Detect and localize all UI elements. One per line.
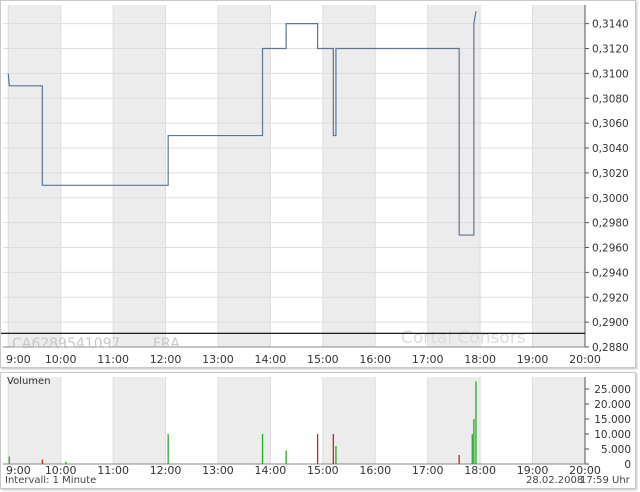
- y-tick-label: 0,3120: [592, 44, 629, 56]
- watermark-text: Cortal Consors: [401, 328, 526, 348]
- x-tick-label: 16:00: [359, 464, 391, 477]
- chart-time: 17:59 Uhr: [580, 475, 630, 486]
- x-tick-label: 12:00: [150, 464, 182, 477]
- x-tick-label: 16:00: [359, 353, 391, 366]
- x-tick-label: 10:00: [45, 353, 77, 366]
- shaded-hour-band: [113, 5, 166, 347]
- y-tick-label: 0,2980: [592, 218, 629, 230]
- x-tick-label: 17:00: [412, 464, 444, 477]
- x-tick-label: 14:00: [255, 464, 287, 477]
- y-tick-label: 0,3000: [592, 193, 629, 205]
- x-tick-label: 20:00: [569, 353, 601, 366]
- y-tick-label: 0,3060: [592, 118, 629, 130]
- y-tick-label: 0,3040: [592, 143, 629, 155]
- y-tick-label: 5.000: [601, 444, 631, 456]
- volume-chart-panel: 0 5.000 10.000 15.000 20.000 25.000 9:00 10:00 1…: [0, 372, 636, 489]
- x-tick-label: 14:00: [255, 353, 287, 366]
- x-tick-label: 9:00: [6, 353, 31, 366]
- shaded-hour-band: [113, 377, 166, 464]
- shaded-hour-band: [532, 5, 585, 347]
- volume-chart: 05.00010.00015.00020.00025.0009:00 10:00 1…: [3, 377, 631, 477]
- y-tick-label: 0,3080: [592, 93, 629, 105]
- x-tick-label: 15:00: [307, 353, 339, 366]
- x-tick-label: 17:00: [412, 353, 444, 366]
- x-tick-label: 11:00: [97, 353, 129, 366]
- chart-date: 28.02.2008: [526, 475, 584, 486]
- shaded-hour-band: [8, 5, 61, 347]
- x-tick-label: 12:00: [150, 353, 182, 366]
- x-tick-label: 18:00: [464, 353, 496, 366]
- price-chart: 0,28800,29000,29200,29400,29600,29800,30…: [1, 5, 629, 366]
- y-tick-label: 0,2960: [592, 243, 629, 255]
- shaded-hour-band: [8, 377, 61, 464]
- y-tick-label: 0: [624, 459, 631, 471]
- interval-label: Intervall: 1 Minute: [5, 475, 97, 486]
- x-tick-label: 18:00: [464, 464, 496, 477]
- x-tick-label: 11:00: [97, 464, 129, 477]
- y-tick-label: 0,3100: [592, 68, 629, 80]
- shaded-hour-band: [532, 377, 585, 464]
- y-tick-label: 10.000: [594, 429, 631, 441]
- y-tick-label: 0,2940: [592, 267, 629, 279]
- price-chart-panel: 0,2880 0,2900 0,2920 0,2940 0,2960 0,2980 0,30…: [0, 0, 636, 368]
- y-tick-label: 0,3020: [592, 168, 629, 180]
- security-id: CA6289541097: [12, 336, 120, 352]
- shaded-hour-band: [427, 5, 481, 347]
- y-tick-label: 0,3140: [592, 19, 629, 31]
- x-tick-label: 19:00: [517, 353, 549, 366]
- y-tick-label: 0,2900: [592, 317, 629, 329]
- x-tick-label: 13:00: [202, 353, 234, 366]
- y-tick-label: 0,2920: [592, 292, 629, 304]
- shaded-hour-band: [322, 377, 376, 464]
- y-tick-label: 25.000: [594, 384, 631, 396]
- exchange-label: FRA: [153, 336, 180, 352]
- y-tick-label: 15.000: [594, 414, 631, 426]
- volume-title: Volumen: [7, 376, 51, 387]
- y-tick-label: 20.000: [594, 399, 631, 411]
- x-tick-label: 15:00: [307, 464, 339, 477]
- x-tick-label: 13:00: [202, 464, 234, 477]
- shaded-hour-band: [322, 5, 376, 347]
